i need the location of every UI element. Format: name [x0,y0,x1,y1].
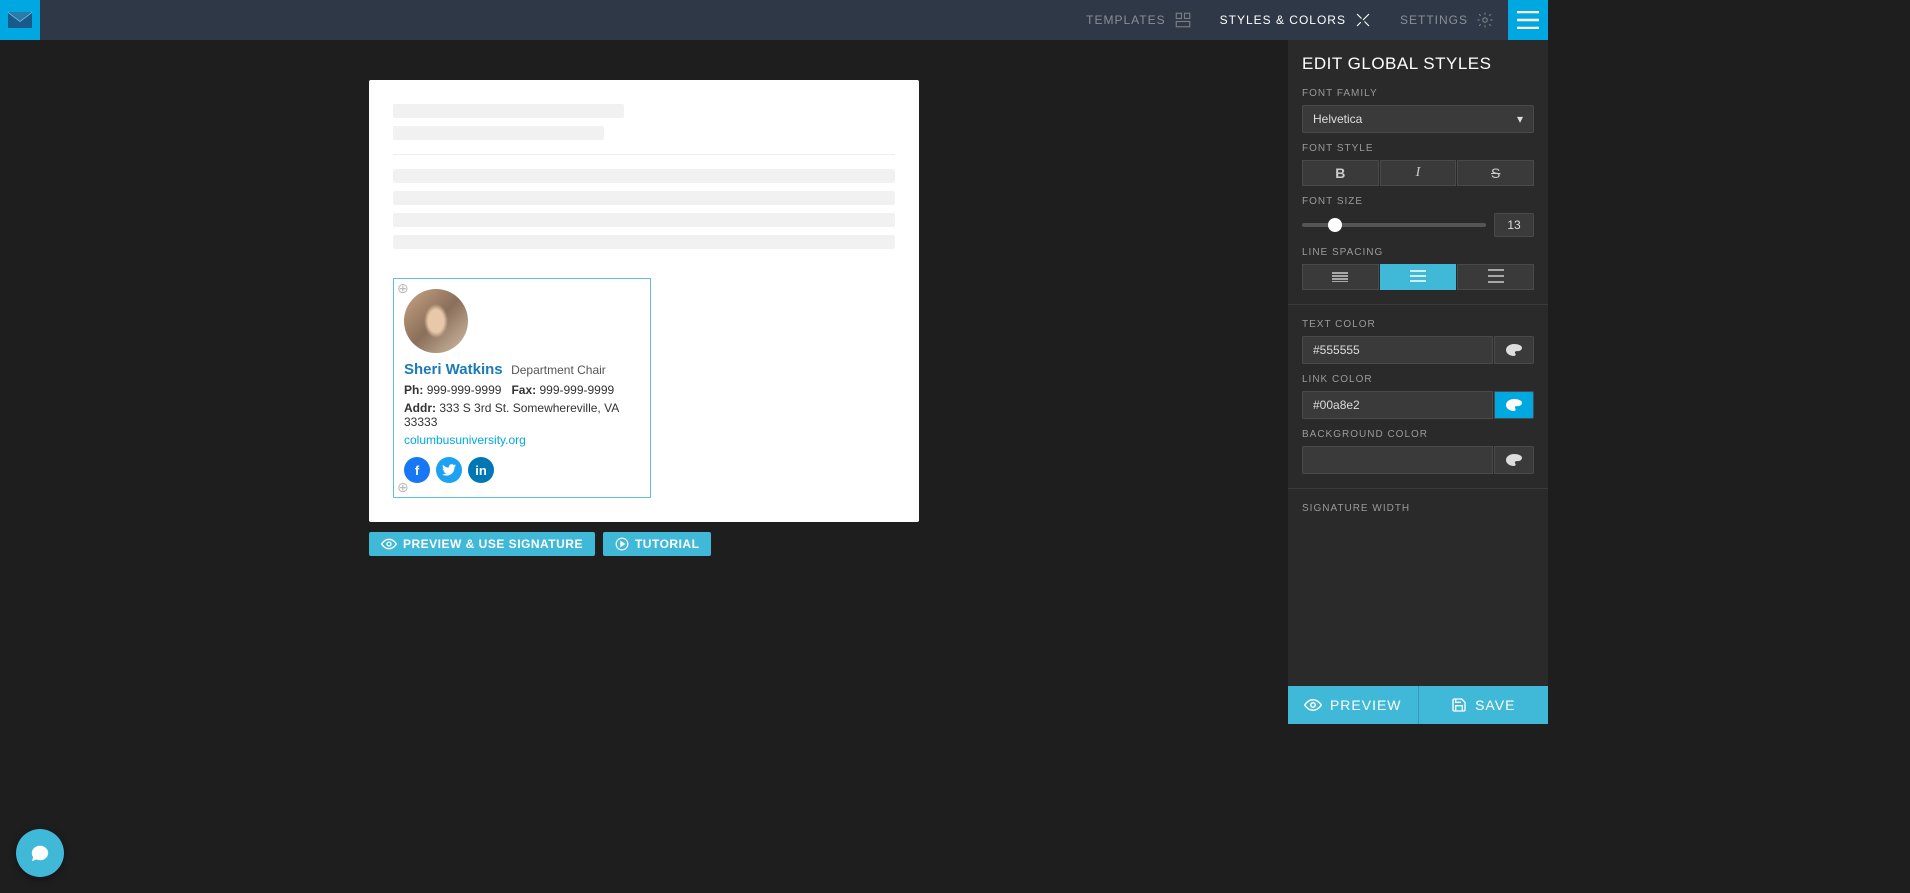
link-color-input[interactable] [1302,391,1493,419]
font-style-group: B I S [1302,160,1534,186]
divider [393,154,895,155]
preview-use-signature-button[interactable]: PREVIEW & USE SIGNATURE [369,532,595,556]
text-color-label: TEXT COLOR [1302,319,1534,330]
divider [1288,304,1548,305]
gear-icon [1476,11,1494,29]
palette-icon [1506,454,1522,466]
app-logo[interactable] [0,0,40,40]
styles-sidebar: EDIT GLOBAL STYLES FONT FAMILY Helvetica… [1288,40,1548,724]
placeholder-line [393,191,895,205]
email-preview-card: ⊕ Sheri Watkins Department Chair Ph: 999… [369,80,919,522]
placeholder-line [393,126,604,140]
play-circle-icon [615,537,629,551]
chat-widget[interactable] [16,829,64,877]
signature-width-label: SIGNATURE WIDTH [1302,503,1534,514]
signature-title[interactable]: Department Chair [511,363,606,377]
link-color-picker[interactable] [1494,391,1534,419]
eye-icon [381,538,397,550]
palette-icon [1506,399,1522,411]
envelope-icon [7,11,33,29]
slider-thumb[interactable] [1328,218,1342,232]
font-family-select[interactable]: Helvetica ▾ [1302,105,1534,133]
signature-name[interactable]: Sheri Watkins [404,361,503,378]
placeholder-line [393,169,895,183]
line-spacing-loose-button[interactable] [1457,264,1534,290]
font-family-label: FONT FAMILY [1302,88,1534,99]
font-size-slider[interactable] [1302,223,1486,227]
placeholder-line [393,235,895,249]
bold-button[interactable]: B [1302,160,1379,186]
sidebar-footer: PREVIEW SAVE [1288,686,1548,724]
text-color-input[interactable] [1302,336,1493,364]
signature-phone-row[interactable]: Ph: 999-999-9999 Fax: 999-999-9999 [404,383,640,397]
twitter-icon[interactable] [436,457,462,483]
canvas-area: ⊕ Sheri Watkins Department Chair Ph: 999… [0,40,1288,724]
signature-address-row[interactable]: Addr: 333 S 3rd St. Somewhereville, VA 3… [404,401,640,429]
nav-templates[interactable]: TEMPLATES [1072,0,1205,40]
placeholder-line [393,104,624,118]
signature-avatar[interactable] [404,289,468,353]
font-style-label: FONT STYLE [1302,143,1534,154]
background-color-label: BACKGROUND COLOR [1302,429,1534,440]
save-button[interactable]: SAVE [1418,686,1549,724]
line-spacing-tight-button[interactable] [1302,264,1379,290]
divider [1288,488,1548,489]
chevron-down-icon: ▾ [1517,112,1523,126]
hamburger-icon [1517,11,1539,29]
nav-templates-label: TEMPLATES [1086,13,1165,27]
lines-medium-icon [1410,270,1426,282]
nav-styles-label: STYLES & COLORS [1220,13,1346,27]
lines-tight-icon [1332,272,1348,282]
placeholder-line [393,213,895,227]
font-size-value[interactable] [1494,213,1534,237]
link-color-label: LINK COLOR [1302,374,1534,385]
eye-icon [1304,698,1322,712]
add-element-bottom-icon[interactable]: ⊕ [397,479,409,496]
tutorial-button[interactable]: TUTORIAL [603,532,711,556]
signature-block[interactable]: ⊕ Sheri Watkins Department Chair Ph: 999… [393,278,651,498]
save-icon [1451,697,1467,713]
line-spacing-group [1302,264,1534,290]
palette-icon [1506,344,1522,356]
text-color-picker[interactable] [1494,336,1534,364]
hamburger-menu[interactable] [1508,0,1548,40]
design-tools-icon [1354,11,1372,29]
signature-website[interactable]: columbusuniversity.org [404,433,640,447]
linkedin-icon[interactable]: in [468,457,494,483]
line-spacing-label: LINE SPACING [1302,247,1534,258]
background-color-picker[interactable] [1494,446,1534,474]
strikethrough-button[interactable]: S [1457,160,1534,186]
background-color-input[interactable] [1302,446,1493,474]
panel-title: EDIT GLOBAL STYLES [1302,54,1534,74]
templates-icon [1174,11,1192,29]
font-size-label: FONT SIZE [1302,196,1534,207]
nav-settings[interactable]: SETTINGS [1386,0,1508,40]
lines-loose-icon [1488,269,1504,283]
app-header: TEMPLATES STYLES & COLORS SETTINGS [0,0,1548,40]
nav-styles-colors[interactable]: STYLES & COLORS [1206,0,1386,40]
italic-button[interactable]: I [1380,160,1457,186]
nav-settings-label: SETTINGS [1400,13,1468,27]
line-spacing-medium-button[interactable] [1380,264,1457,290]
preview-button[interactable]: PREVIEW [1288,686,1418,724]
add-element-top-icon[interactable]: ⊕ [397,280,409,297]
chat-icon [29,843,51,863]
